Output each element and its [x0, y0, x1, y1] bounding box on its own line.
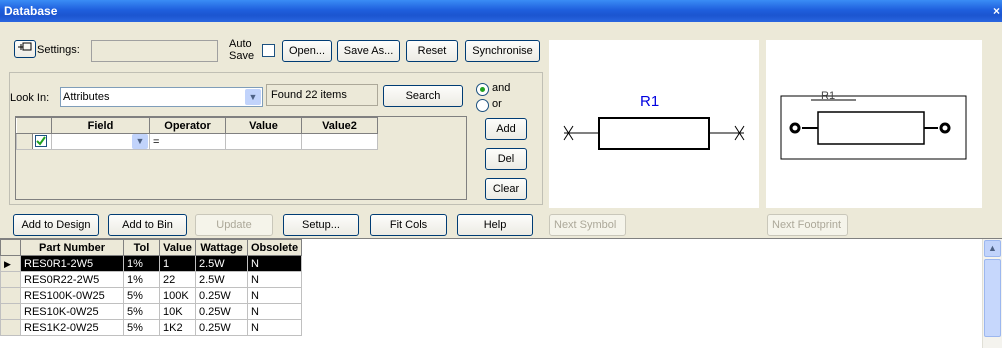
settings-field[interactable]	[91, 40, 218, 62]
look-in-label: Look In:	[10, 92, 50, 104]
row-header[interactable]	[0, 287, 21, 304]
results-cell-value[interactable]: 100K	[159, 287, 196, 304]
criteria-header-value[interactable]: Value	[225, 117, 302, 134]
next-footprint-button[interactable]: Next Footprint	[767, 214, 848, 236]
results-header-obsolete[interactable]: Obsolete	[246, 239, 303, 256]
save-as-button[interactable]: Save As...	[337, 40, 400, 62]
chevron-down-icon[interactable]: ▼	[132, 134, 148, 149]
criteria-value-cell[interactable]	[225, 133, 302, 150]
results-header-part-number[interactable]: Part Number	[20, 239, 124, 256]
results-row[interactable]: RES100K-0W25 5% 100K 0.25W N	[0, 287, 303, 304]
reset-button[interactable]: Reset	[406, 40, 458, 62]
add-to-bin-button[interactable]: Add to Bin	[108, 214, 187, 236]
results-cell-wattage[interactable]: 2.5W	[195, 271, 248, 288]
chevron-down-icon[interactable]: ▼	[245, 89, 261, 105]
auto-save-label-top: Auto	[229, 38, 252, 50]
clear-criteria-button[interactable]: Clear	[485, 178, 527, 200]
results-cell-part[interactable]: RES10K-0W25	[20, 303, 124, 320]
auto-save-checkbox[interactable]	[262, 44, 275, 57]
results-cell-value[interactable]: 1	[159, 255, 196, 272]
results-row[interactable]: RES0R22-2W5 1% 22 2.5W N	[0, 271, 303, 288]
criteria-header-value2[interactable]: Value2	[301, 117, 378, 134]
add-criteria-button[interactable]: Add	[485, 118, 527, 140]
search-button[interactable]: Search	[383, 85, 463, 107]
criteria-header-field[interactable]: Field	[51, 117, 150, 134]
close-icon[interactable]: ×	[993, 0, 1000, 22]
results-cell-value[interactable]: 22	[159, 271, 196, 288]
or-radio[interactable]	[476, 99, 489, 112]
criteria-row: ▼ =	[16, 133, 378, 150]
results-cell-obsolete[interactable]: N	[246, 255, 303, 272]
results-cell-part[interactable]: RES1K2-0W25	[20, 319, 124, 336]
results-cell-obsolete[interactable]: N	[246, 287, 303, 304]
results-grid: Part Number Tol Value Wattage Obsolete ▶…	[0, 238, 1002, 348]
window-title: Database	[4, 4, 58, 18]
results-cell-wattage[interactable]: 0.25W	[195, 287, 248, 304]
results-cell-wattage[interactable]: 2.5W	[195, 255, 248, 272]
setup-button[interactable]: Setup...	[283, 214, 359, 236]
results-cell-part[interactable]: RES0R22-2W5	[20, 271, 124, 288]
results-cell-obsolete[interactable]: N	[246, 271, 303, 288]
current-row-indicator-icon[interactable]: ▶	[0, 255, 21, 272]
window-titlebar: Database ×	[0, 0, 1002, 22]
fit-cols-button[interactable]: Fit Cols	[370, 214, 447, 236]
results-cell-tol[interactable]: 5%	[123, 319, 160, 336]
results-cell-tol[interactable]: 5%	[123, 287, 160, 304]
results-cell-tol[interactable]: 1%	[123, 255, 160, 272]
update-button[interactable]: Update	[195, 214, 273, 236]
and-radio[interactable]	[476, 83, 489, 96]
results-cell-obsolete[interactable]: N	[246, 319, 303, 336]
resistor-symbol-graphic	[563, 117, 745, 150]
results-header-tol[interactable]: Tol	[123, 239, 160, 256]
auto-save-label-bottom: Save	[229, 50, 255, 62]
and-label: and	[492, 82, 511, 94]
footprint-ref-label: R1	[821, 90, 836, 102]
results-cell-tol[interactable]: 1%	[123, 271, 160, 288]
criteria-grid: Field Operator Value Value2 ▼ =	[15, 116, 467, 200]
delete-criteria-button[interactable]: Del	[485, 148, 527, 170]
results-row[interactable]: RES1K2-0W25 5% 1K2 0.25W N	[0, 319, 303, 336]
criteria-enable-checkbox[interactable]	[35, 135, 47, 147]
criteria-value2-cell[interactable]	[301, 133, 378, 150]
results-header-wattage[interactable]: Wattage	[195, 239, 248, 256]
results-scrollbar[interactable]: ▲	[982, 239, 1002, 348]
results-header-value[interactable]: Value	[159, 239, 196, 256]
footprint-graphic	[780, 95, 967, 160]
criteria-header-operator[interactable]: Operator	[149, 117, 226, 134]
footprint-preview: R1	[766, 40, 982, 208]
look-in-value: Attributes	[63, 91, 110, 103]
row-header[interactable]	[0, 303, 21, 320]
settings-label: Settings:	[37, 44, 80, 56]
scroll-up-arrow-icon[interactable]: ▲	[984, 240, 1001, 257]
add-to-design-button[interactable]: Add to Design	[13, 214, 99, 236]
pin-icon[interactable]	[14, 40, 36, 58]
found-count-box: Found 22 items	[266, 84, 378, 106]
open-button[interactable]: Open...	[282, 40, 332, 62]
symbol-ref-label: R1	[640, 93, 660, 110]
results-row[interactable]: ▶ RES0R1-2W5 1% 1 2.5W N	[0, 255, 303, 272]
help-button[interactable]: Help	[457, 214, 533, 236]
row-header[interactable]	[0, 271, 21, 288]
next-symbol-button[interactable]: Next Symbol	[549, 214, 626, 236]
results-row[interactable]: RES10K-0W25 5% 10K 0.25W N	[0, 303, 303, 320]
symbol-preview: R1	[549, 40, 759, 208]
scroll-thumb[interactable]	[984, 259, 1001, 337]
or-label: or	[492, 98, 502, 110]
results-cell-value[interactable]: 1K2	[159, 319, 196, 336]
results-cell-obsolete[interactable]: N	[246, 303, 303, 320]
results-cell-part[interactable]: RES0R1-2W5	[20, 255, 124, 272]
synchronise-button[interactable]: Synchronise	[465, 40, 540, 62]
found-count-text: Found 22 items	[271, 89, 347, 101]
results-cell-wattage[interactable]: 0.25W	[195, 319, 248, 336]
results-cell-wattage[interactable]: 0.25W	[195, 303, 248, 320]
results-cell-tol[interactable]: 5%	[123, 303, 160, 320]
criteria-operator-cell[interactable]: =	[149, 133, 226, 150]
criteria-field-select[interactable]: ▼	[51, 133, 150, 150]
results-cell-value[interactable]: 10K	[159, 303, 196, 320]
row-header[interactable]	[0, 319, 21, 336]
look-in-select[interactable]: Attributes ▼	[60, 87, 263, 107]
results-cell-part[interactable]: RES100K-0W25	[20, 287, 124, 304]
